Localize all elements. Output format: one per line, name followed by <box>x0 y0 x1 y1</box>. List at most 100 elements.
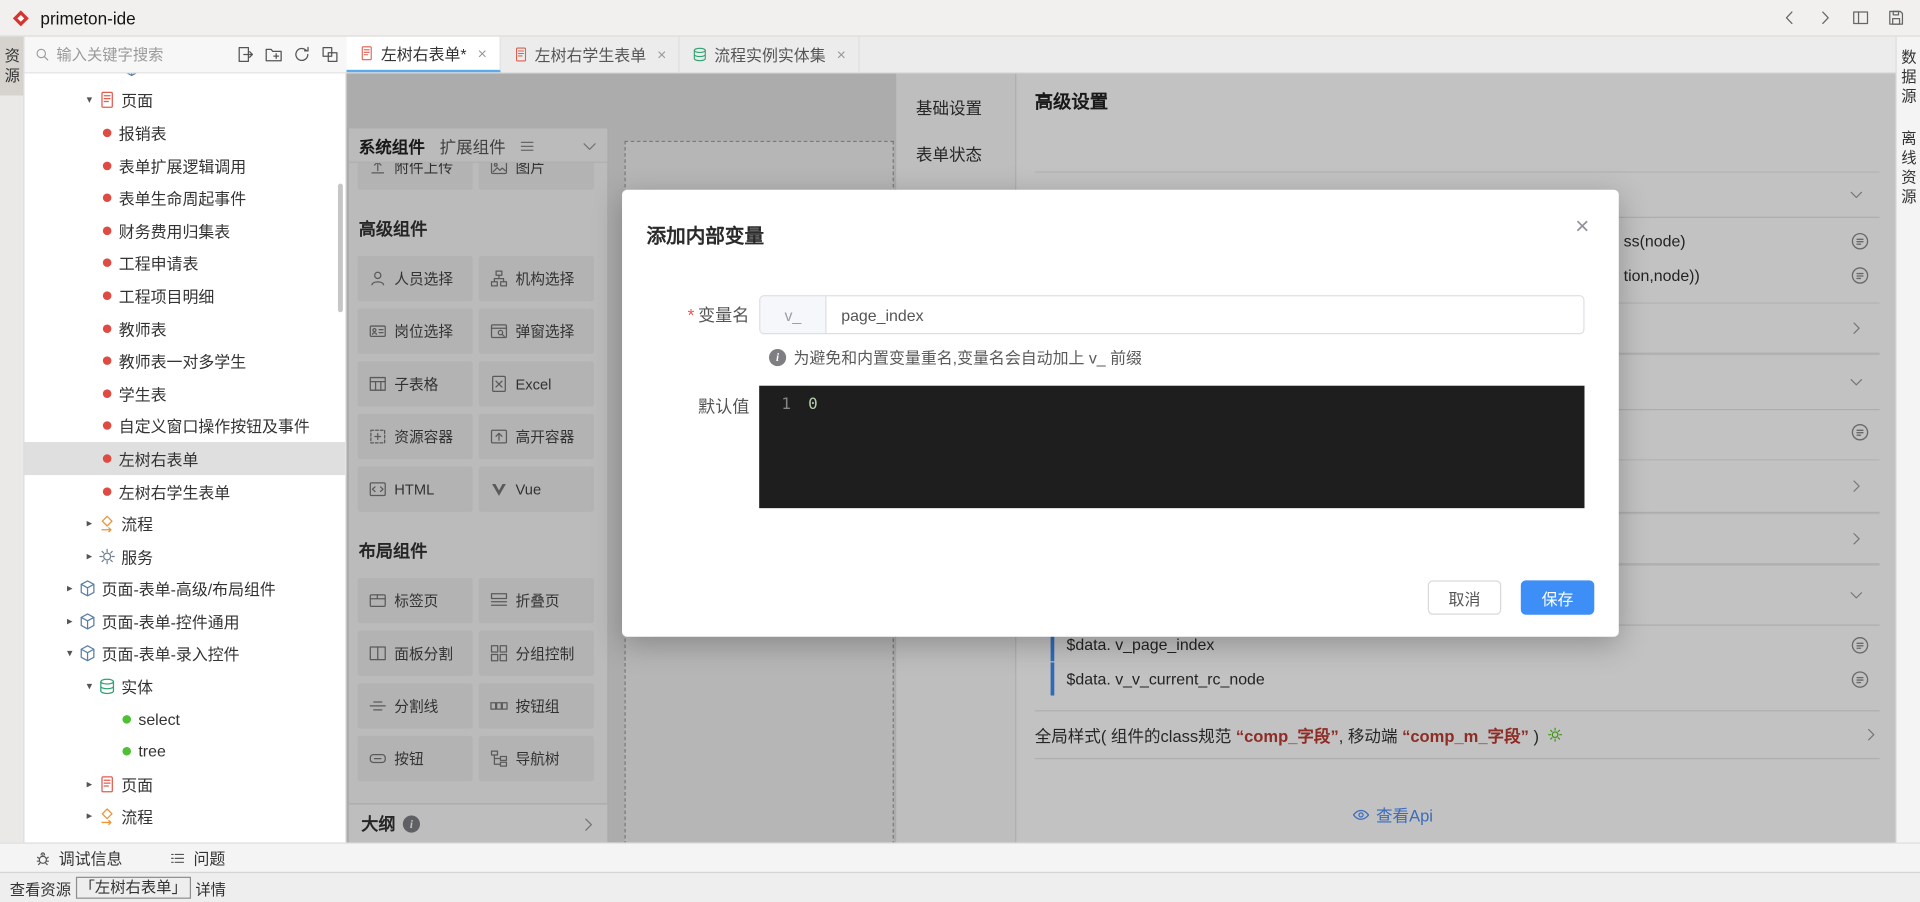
tree-item-19[interactable]: ▾ 实体 <box>24 670 345 703</box>
collapsed-arrow-icon[interactable]: ▸ <box>81 517 98 530</box>
tree-item-1[interactable]: ▾页面 <box>24 84 345 117</box>
flow-icon <box>98 807 116 825</box>
tree-item-23[interactable]: ▸流程 <box>24 800 345 833</box>
locate-icon[interactable] <box>236 45 254 63</box>
variable-name-label: *变量名 <box>622 302 759 326</box>
editor-tab-bar: 左树右表单*×左树右学生表单×流程实例实体集× <box>347 37 1896 74</box>
tree-item-8[interactable]: 教师表 <box>24 312 345 345</box>
entity-icon <box>692 47 708 63</box>
cancel-button[interactable]: 取消 <box>1428 580 1501 614</box>
red-dot-icon <box>103 161 112 170</box>
close-icon[interactable]: × <box>657 47 666 63</box>
resource-tree-panel: ▾页面报销表表单扩展逻辑调用表单生命周起事件财务费用归集表工程申请表工程项目明细… <box>24 73 346 842</box>
expanded-arrow-icon[interactable]: ▾ <box>81 94 98 107</box>
tree-item-5[interactable]: 财务费用归集表 <box>24 214 345 247</box>
refresh-icon[interactable] <box>293 45 311 63</box>
tree-item-label: 表单生命周起事件 <box>119 186 246 209</box>
panel-tab-resources[interactable]: 资源 <box>0 37 23 96</box>
tree-item-14[interactable]: ▸流程 <box>24 507 345 540</box>
tree-scrollbar[interactable] <box>338 184 343 313</box>
layout-icon[interactable] <box>1851 9 1869 27</box>
editor-tab-1[interactable]: 左树右表单* × <box>347 37 501 73</box>
close-icon[interactable]: × <box>1575 214 1589 238</box>
tree-item-3[interactable]: 表单扩展逻辑调用 <box>24 149 345 182</box>
collapsed-arrow-icon[interactable]: ▸ <box>81 810 98 823</box>
tree-item-13[interactable]: 左树右学生表单 <box>24 475 345 508</box>
right-panel-tab-1[interactable]: 数据源 <box>1897 37 1920 118</box>
search-icon <box>34 47 50 63</box>
variable-name-input[interactable] <box>827 296 1584 333</box>
issues-icon <box>169 849 186 866</box>
tree-item-7[interactable]: 工程项目明细 <box>24 279 345 312</box>
default-value-code-editor[interactable]: 1 0 <box>759 386 1584 508</box>
tab-label: 左树右学生表单 <box>535 43 646 66</box>
red-dot-icon <box>103 422 112 431</box>
tree-item-15[interactable]: ▸服务 <box>24 540 345 573</box>
line-number: 1 <box>759 393 808 416</box>
collapsed-arrow-icon[interactable]: ▸ <box>61 582 78 595</box>
code-line: 1 0 <box>759 393 1584 416</box>
tree-item-0[interactable] <box>24 73 345 84</box>
tree-item-20[interactable]: select <box>24 703 345 736</box>
right-panel-tab-2[interactable]: 离线资源 <box>1897 118 1920 218</box>
search-input[interactable] <box>56 46 185 63</box>
tree-item-label: select <box>138 710 180 728</box>
page-icon <box>98 91 116 109</box>
tree-item-9[interactable]: 教师表一对多学生 <box>24 345 345 378</box>
close-icon[interactable]: × <box>478 45 487 61</box>
expanded-arrow-icon[interactable]: ▾ <box>61 647 78 660</box>
tree-item-11[interactable]: 自定义窗口操作按钮及事件 <box>24 410 345 443</box>
tree-item-18[interactable]: ▾ 页面-表单-录入控件 <box>24 638 345 671</box>
navforward-icon[interactable] <box>1816 9 1834 27</box>
page-icon <box>98 775 116 793</box>
tree-item-6[interactable]: 工程申请表 <box>24 247 345 280</box>
tree-item-label: 页面-表单-录入控件 <box>102 642 240 665</box>
tree-item-label: 表单扩展逻辑调用 <box>119 154 246 177</box>
red-dot-icon <box>103 129 112 138</box>
flow-icon <box>98 514 116 532</box>
navback-icon[interactable] <box>1780 9 1798 27</box>
newfolder-icon[interactable] <box>264 45 282 63</box>
tree-item-22[interactable]: ▸页面 <box>24 768 345 801</box>
tab-label: 左树右表单* <box>381 42 467 65</box>
tree-item-10[interactable]: 学生表 <box>24 377 345 410</box>
panel-tab-label: 资源 <box>4 47 21 86</box>
collapsed-arrow-icon[interactable]: ▸ <box>61 615 78 628</box>
dialog-body: *变量名 v_ i 为避免和内置变量重名,变量名会自动加上 v_ 前缀 默认值 … <box>622 246 1619 508</box>
tree-item-label: 左树右学生表单 <box>119 479 230 502</box>
left-panel-strip: 资源 <box>0 37 24 843</box>
save-icon[interactable] <box>1887 9 1905 27</box>
info-icon: i <box>769 348 786 365</box>
tree-item-16[interactable]: ▸页面-表单-高级/布局组件 <box>24 572 345 605</box>
tree-item-4[interactable]: 表单生命周起事件 <box>24 182 345 215</box>
collapsed-arrow-icon[interactable]: ▸ <box>81 777 98 790</box>
collapseall-icon[interactable] <box>321 45 339 63</box>
tree-item-12[interactable]: 左树右表单 <box>24 442 345 475</box>
tree-item-label: 工程申请表 <box>119 251 199 274</box>
required-asterisk: * <box>688 305 695 325</box>
red-dot-icon <box>103 454 112 463</box>
collapsed-arrow-icon[interactable]: ▸ <box>81 549 98 562</box>
resource-search[interactable] <box>34 46 236 63</box>
right-panel-tab-label: 数据源 <box>1900 48 1917 107</box>
editor-tab-2[interactable]: 左树右学生表单 × <box>500 37 680 73</box>
right-panel-strip: 数据源离线资源 <box>1896 37 1920 843</box>
save-button[interactable]: 保存 <box>1521 580 1594 614</box>
editor-tab-3[interactable]: 流程实例实体集× <box>680 37 860 73</box>
close-icon[interactable]: × <box>837 47 846 63</box>
bottom-tool-bar: 调试信息 问题 <box>0 842 1920 871</box>
expanded-arrow-icon[interactable]: ▾ <box>81 680 98 693</box>
tree-item-label: 实体 <box>121 675 153 698</box>
right-panel-tab-label: 离线资源 <box>1900 129 1917 207</box>
tree-item-17[interactable]: ▸页面-表单-控件通用 <box>24 605 345 638</box>
dialog-title: 添加内部变量 <box>647 227 765 248</box>
bottom-tab-debug-info[interactable]: 调试信息 <box>34 846 122 869</box>
tree-item-21[interactable]: tree <box>24 735 345 768</box>
bottom-tab-problems[interactable]: 问题 <box>169 846 225 869</box>
red-dot-icon <box>103 194 112 203</box>
status-resource: 「左树右表单」 <box>76 877 191 899</box>
green-dot-icon <box>122 715 131 724</box>
app-window: primeton-ide 资源 左树右表单*×左树右学生表单×流程实例实体集× … <box>0 0 1920 902</box>
variable-name-input-group: v_ <box>759 295 1584 334</box>
tree-item-2[interactable]: 报销表 <box>24 117 345 150</box>
